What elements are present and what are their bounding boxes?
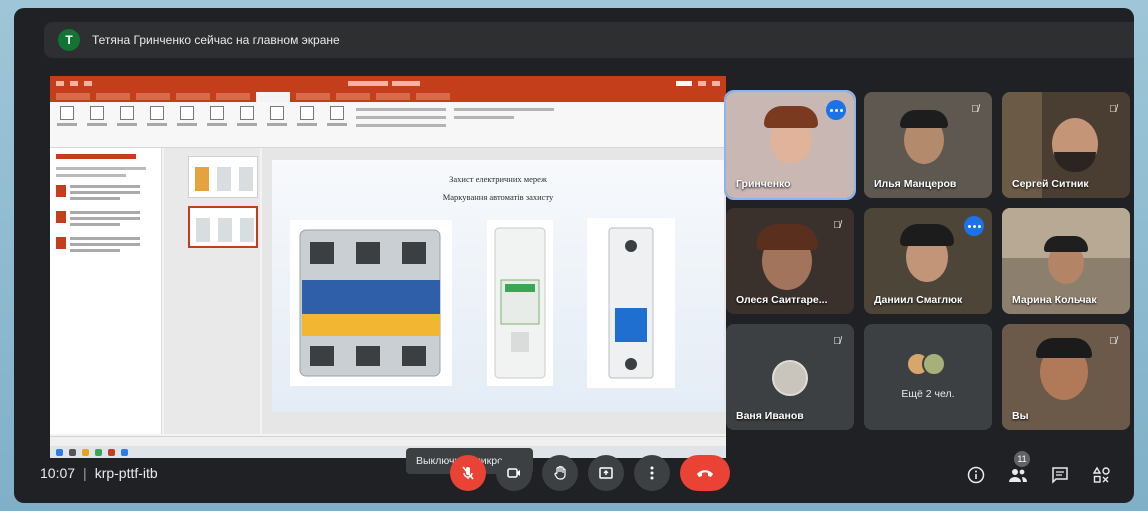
meeting-time: 10:07 xyxy=(40,465,76,481)
mic-off-icon: 🎙̸ xyxy=(971,103,979,115)
participant-name: Олеся Саитгаре... xyxy=(736,294,828,306)
meeting-details-button[interactable] xyxy=(966,465,986,485)
slide-editor: Захист електричних мереж Маркування авто… xyxy=(262,148,726,434)
current-slide: Захист електричних мереж Маркування авто… xyxy=(272,160,724,412)
activities-icon xyxy=(1093,466,1110,483)
hang-up-icon xyxy=(697,470,713,477)
powerpoint-titlebar xyxy=(50,76,726,90)
slide-subtitle: Маркування автоматів захисту xyxy=(442,192,554,202)
chat-icon xyxy=(1052,467,1068,484)
meeting-info: 10:07 | krp-pttf-itb xyxy=(40,465,158,481)
single-pole-breaker-image xyxy=(487,220,553,386)
mic-off-icon: 🎙̸ xyxy=(833,219,841,231)
meeting-controls-bar: 10:07 | krp-pttf-itb 11 xyxy=(14,443,1134,503)
people-button[interactable]: 11 xyxy=(1008,451,1030,485)
participant-tile-self[interactable]: 🎙̸ Вы xyxy=(1002,324,1130,430)
more-options-icon xyxy=(650,466,654,480)
mic-off-icon: 🎙̸ xyxy=(1109,103,1117,115)
more-participants-label: Ещё 2 чел. xyxy=(901,388,955,400)
participant-name: Сергей Ситник xyxy=(1012,178,1089,190)
participant-tile-vanya[interactable]: 🎙̸ Ваня Иванов xyxy=(726,324,854,430)
participant-name: Марина Кольчак xyxy=(1012,294,1097,306)
call-controls xyxy=(450,455,730,491)
participant-tile-olesya[interactable]: 🎙̸ Олеся Саитгаре... xyxy=(726,208,854,314)
presenting-banner: T Тетяна Гринченко сейчас на главном экр… xyxy=(44,22,1134,58)
more-participants-avatars xyxy=(906,352,946,376)
three-pole-breaker-image xyxy=(290,220,452,386)
mic-off-icon: 🎙̸ xyxy=(1109,335,1117,347)
mic-toggle-button[interactable] xyxy=(450,455,486,491)
presenting-banner-text: Тетяна Гринченко сейчас на главном экран… xyxy=(92,33,340,47)
powerpoint-ribbon-tabs xyxy=(50,90,726,102)
participant-name: Ваня Иванов xyxy=(736,410,804,422)
people-icon xyxy=(1009,469,1027,482)
powerpoint-ribbon xyxy=(50,102,726,148)
shared-screen[interactable]: Захист електричних мереж Маркування авто… xyxy=(50,76,726,458)
participant-count-badge: 11 xyxy=(1014,451,1030,467)
meeting-info-separator: | xyxy=(83,465,87,481)
mic-off-icon: 🎙̸ xyxy=(833,335,841,347)
participant-name: Илья Манцеров xyxy=(874,178,957,190)
more-options-icon[interactable] xyxy=(826,100,846,120)
audio-activity-icon xyxy=(964,216,984,236)
side-panel-controls: 11 xyxy=(966,451,1112,485)
participant-name: Гринченко xyxy=(736,178,791,190)
more-options-button[interactable] xyxy=(634,455,670,491)
participant-tile-ilya[interactable]: 🎙̸ Илья Манцеров xyxy=(864,92,992,198)
slide-thumbnails xyxy=(164,148,260,434)
document-recovery-pane xyxy=(50,148,162,434)
activities-button[interactable] xyxy=(1092,465,1112,485)
mic-off-icon xyxy=(462,466,474,480)
participant-tile-sergey[interactable]: 🎙̸ Сергей Ситник xyxy=(1002,92,1130,198)
participant-tile-daniil[interactable]: Даниил Смаглюк xyxy=(864,208,992,314)
slide-title: Захист електричних мереж xyxy=(449,174,547,184)
info-icon xyxy=(967,466,985,484)
participant-name: Даниил Смаглюк xyxy=(874,294,963,306)
modular-breaker-image xyxy=(587,218,675,388)
participant-name: Вы xyxy=(1012,410,1029,422)
present-screen-icon xyxy=(599,467,613,479)
present-screen-button[interactable] xyxy=(588,455,624,491)
raise-hand-button[interactable] xyxy=(542,455,578,491)
camera-toggle-button[interactable] xyxy=(496,455,532,491)
participant-tile-marina[interactable]: Марина Кольчак xyxy=(1002,208,1130,314)
participant-tile-tetyana[interactable]: Гринченко xyxy=(724,90,856,200)
avatar xyxy=(772,360,808,396)
participant-tile-more[interactable]: Ещё 2 чел. xyxy=(864,324,992,430)
raise-hand-icon xyxy=(554,465,566,480)
meet-window: T Тетяна Гринченко сейчас на главном экр… xyxy=(14,8,1134,503)
chat-button[interactable] xyxy=(1050,465,1070,485)
camera-icon xyxy=(507,468,520,478)
slide-thumbnail-2 xyxy=(188,206,258,248)
hang-up-button[interactable] xyxy=(680,455,730,491)
presenter-avatar: T xyxy=(58,29,80,51)
meeting-code: krp-pttf-itb xyxy=(94,465,158,481)
slide-thumbnail-1 xyxy=(188,156,258,198)
